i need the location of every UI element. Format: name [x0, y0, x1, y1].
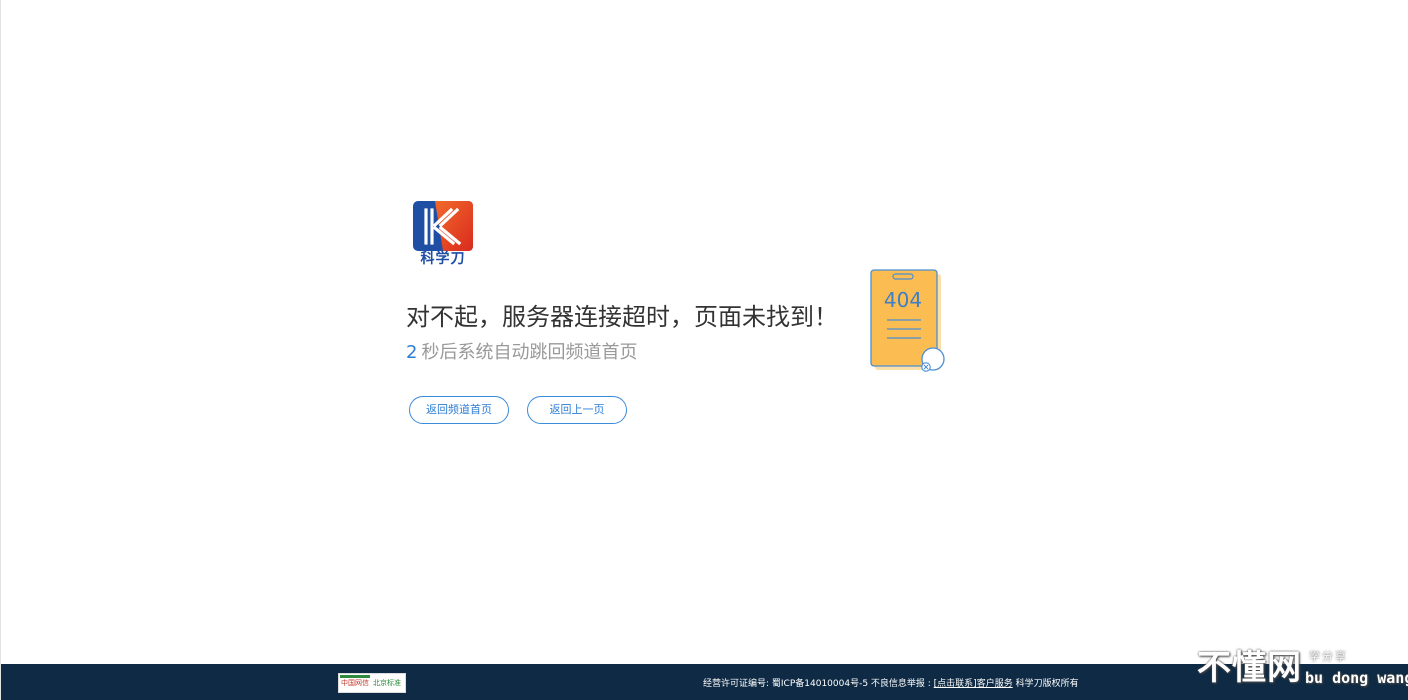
badge-left-text: 中国网信: [341, 679, 369, 687]
back-to-previous-page-button[interactable]: 返回上一页: [527, 396, 627, 424]
page-footer: 中国网信 北京标准 经营许可证编号: 蜀ICP备14010004号-5 不良信息…: [1, 664, 1408, 700]
countdown-seconds: 2: [406, 342, 418, 363]
magnifier-icon: [921, 347, 945, 372]
page-root: 科学刀 对不起，服务器连接超时，页面未找到！ 2 秒后系统自动跳回频道首页 返回频…: [0, 0, 1408, 700]
redirect-message: 2 秒后系统自动跳回频道首页: [406, 340, 637, 366]
badge-right-text: 北京标准: [373, 679, 401, 687]
license-text: 经营许可证编号: 蜀ICP备14010004号-5 不良信息举报 :: [703, 679, 931, 689]
error-title: 对不起，服务器连接超时，页面未找到！: [406, 303, 838, 331]
footer-license-info: 经营许可证编号: 蜀ICP备14010004号-5 不良信息举报 : [点击联系…: [703, 677, 1079, 691]
copyright-text: 科学刀版权所有: [1015, 679, 1079, 689]
customer-service-link[interactable]: 客户服务: [977, 679, 1013, 689]
error-404-illustration: 404: [867, 266, 949, 378]
watermark-subtitle: 学分享: [1309, 650, 1348, 663]
report-contact-link[interactable]: [点击联系]: [934, 679, 977, 689]
certification-badge[interactable]: 中国网信 北京标准: [338, 673, 406, 693]
back-to-channel-home-button[interactable]: 返回频道首页: [409, 396, 509, 424]
logo-k-icon: [413, 201, 473, 251]
logo-text: 科学刀: [420, 251, 466, 267]
error-code-404: 404: [883, 288, 923, 312]
redirect-text: 秒后系统自动跳回频道首页: [421, 342, 638, 363]
badge-decoration: [340, 675, 370, 678]
clipboard-icon: [870, 269, 945, 372]
site-logo[interactable]: 科学刀: [411, 199, 477, 271]
